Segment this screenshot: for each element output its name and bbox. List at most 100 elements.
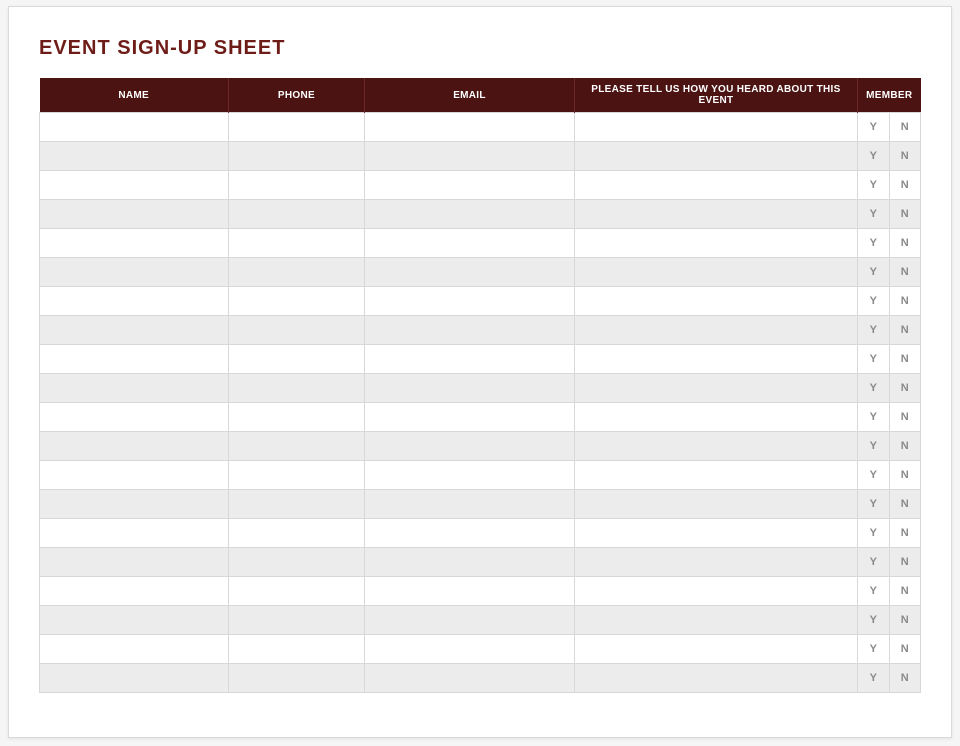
cell-member-y[interactable]: Y (858, 287, 889, 316)
cell-phone[interactable] (228, 258, 364, 287)
cell-name[interactable] (40, 432, 229, 461)
cell-member-n[interactable]: N (889, 171, 921, 200)
cell-member-y[interactable]: Y (858, 490, 889, 519)
cell-member-n[interactable]: N (889, 577, 921, 606)
cell-member-n[interactable]: N (889, 635, 921, 664)
cell-phone[interactable] (228, 664, 364, 693)
cell-heard[interactable] (574, 490, 857, 519)
cell-email[interactable] (365, 345, 575, 374)
cell-phone[interactable] (228, 229, 364, 258)
cell-email[interactable] (365, 142, 575, 171)
cell-name[interactable] (40, 374, 229, 403)
cell-email[interactable] (365, 200, 575, 229)
cell-member-y[interactable]: Y (858, 548, 889, 577)
cell-name[interactable] (40, 548, 229, 577)
cell-member-y[interactable]: Y (858, 606, 889, 635)
cell-phone[interactable] (228, 577, 364, 606)
cell-name[interactable] (40, 200, 229, 229)
cell-email[interactable] (365, 577, 575, 606)
cell-member-y[interactable]: Y (858, 229, 889, 258)
cell-member-n[interactable]: N (889, 287, 921, 316)
cell-member-n[interactable]: N (889, 548, 921, 577)
cell-phone[interactable] (228, 606, 364, 635)
cell-heard[interactable] (574, 316, 857, 345)
cell-member-n[interactable]: N (889, 403, 921, 432)
cell-member-n[interactable]: N (889, 345, 921, 374)
cell-email[interactable] (365, 229, 575, 258)
cell-name[interactable] (40, 577, 229, 606)
cell-member-n[interactable]: N (889, 461, 921, 490)
cell-name[interactable] (40, 606, 229, 635)
cell-heard[interactable] (574, 142, 857, 171)
cell-name[interactable] (40, 519, 229, 548)
cell-heard[interactable] (574, 577, 857, 606)
cell-name[interactable] (40, 316, 229, 345)
cell-email[interactable] (365, 490, 575, 519)
cell-member-n[interactable]: N (889, 606, 921, 635)
cell-email[interactable] (365, 287, 575, 316)
cell-member-y[interactable]: Y (858, 432, 889, 461)
cell-phone[interactable] (228, 403, 364, 432)
cell-email[interactable] (365, 403, 575, 432)
cell-email[interactable] (365, 258, 575, 287)
cell-member-n[interactable]: N (889, 229, 921, 258)
cell-phone[interactable] (228, 200, 364, 229)
cell-member-y[interactable]: Y (858, 171, 889, 200)
cell-phone[interactable] (228, 171, 364, 200)
cell-phone[interactable] (228, 374, 364, 403)
cell-email[interactable] (365, 635, 575, 664)
cell-member-n[interactable]: N (889, 664, 921, 693)
cell-phone[interactable] (228, 635, 364, 664)
cell-phone[interactable] (228, 287, 364, 316)
cell-phone[interactable] (228, 519, 364, 548)
cell-email[interactable] (365, 664, 575, 693)
cell-phone[interactable] (228, 432, 364, 461)
cell-email[interactable] (365, 374, 575, 403)
cell-member-y[interactable]: Y (858, 664, 889, 693)
cell-name[interactable] (40, 171, 229, 200)
cell-email[interactable] (365, 432, 575, 461)
cell-phone[interactable] (228, 548, 364, 577)
cell-email[interactable] (365, 461, 575, 490)
cell-heard[interactable] (574, 432, 857, 461)
cell-name[interactable] (40, 490, 229, 519)
cell-heard[interactable] (574, 664, 857, 693)
cell-heard[interactable] (574, 200, 857, 229)
cell-phone[interactable] (228, 113, 364, 142)
cell-member-y[interactable]: Y (858, 577, 889, 606)
cell-name[interactable] (40, 287, 229, 316)
cell-member-y[interactable]: Y (858, 461, 889, 490)
cell-phone[interactable] (228, 461, 364, 490)
cell-email[interactable] (365, 171, 575, 200)
cell-name[interactable] (40, 345, 229, 374)
cell-name[interactable] (40, 142, 229, 171)
cell-heard[interactable] (574, 374, 857, 403)
cell-name[interactable] (40, 403, 229, 432)
cell-heard[interactable] (574, 461, 857, 490)
cell-member-n[interactable]: N (889, 519, 921, 548)
cell-member-n[interactable]: N (889, 258, 921, 287)
cell-member-n[interactable]: N (889, 374, 921, 403)
cell-member-n[interactable]: N (889, 432, 921, 461)
cell-heard[interactable] (574, 113, 857, 142)
cell-member-n[interactable]: N (889, 200, 921, 229)
cell-heard[interactable] (574, 606, 857, 635)
cell-member-y[interactable]: Y (858, 113, 889, 142)
cell-member-y[interactable]: Y (858, 635, 889, 664)
cell-member-n[interactable]: N (889, 113, 921, 142)
cell-heard[interactable] (574, 229, 857, 258)
cell-heard[interactable] (574, 171, 857, 200)
cell-heard[interactable] (574, 635, 857, 664)
cell-member-y[interactable]: Y (858, 403, 889, 432)
cell-phone[interactable] (228, 316, 364, 345)
cell-member-n[interactable]: N (889, 142, 921, 171)
cell-phone[interactable] (228, 345, 364, 374)
cell-name[interactable] (40, 461, 229, 490)
cell-name[interactable] (40, 635, 229, 664)
cell-heard[interactable] (574, 403, 857, 432)
cell-heard[interactable] (574, 258, 857, 287)
cell-member-y[interactable]: Y (858, 345, 889, 374)
cell-member-y[interactable]: Y (858, 142, 889, 171)
cell-heard[interactable] (574, 345, 857, 374)
cell-phone[interactable] (228, 142, 364, 171)
